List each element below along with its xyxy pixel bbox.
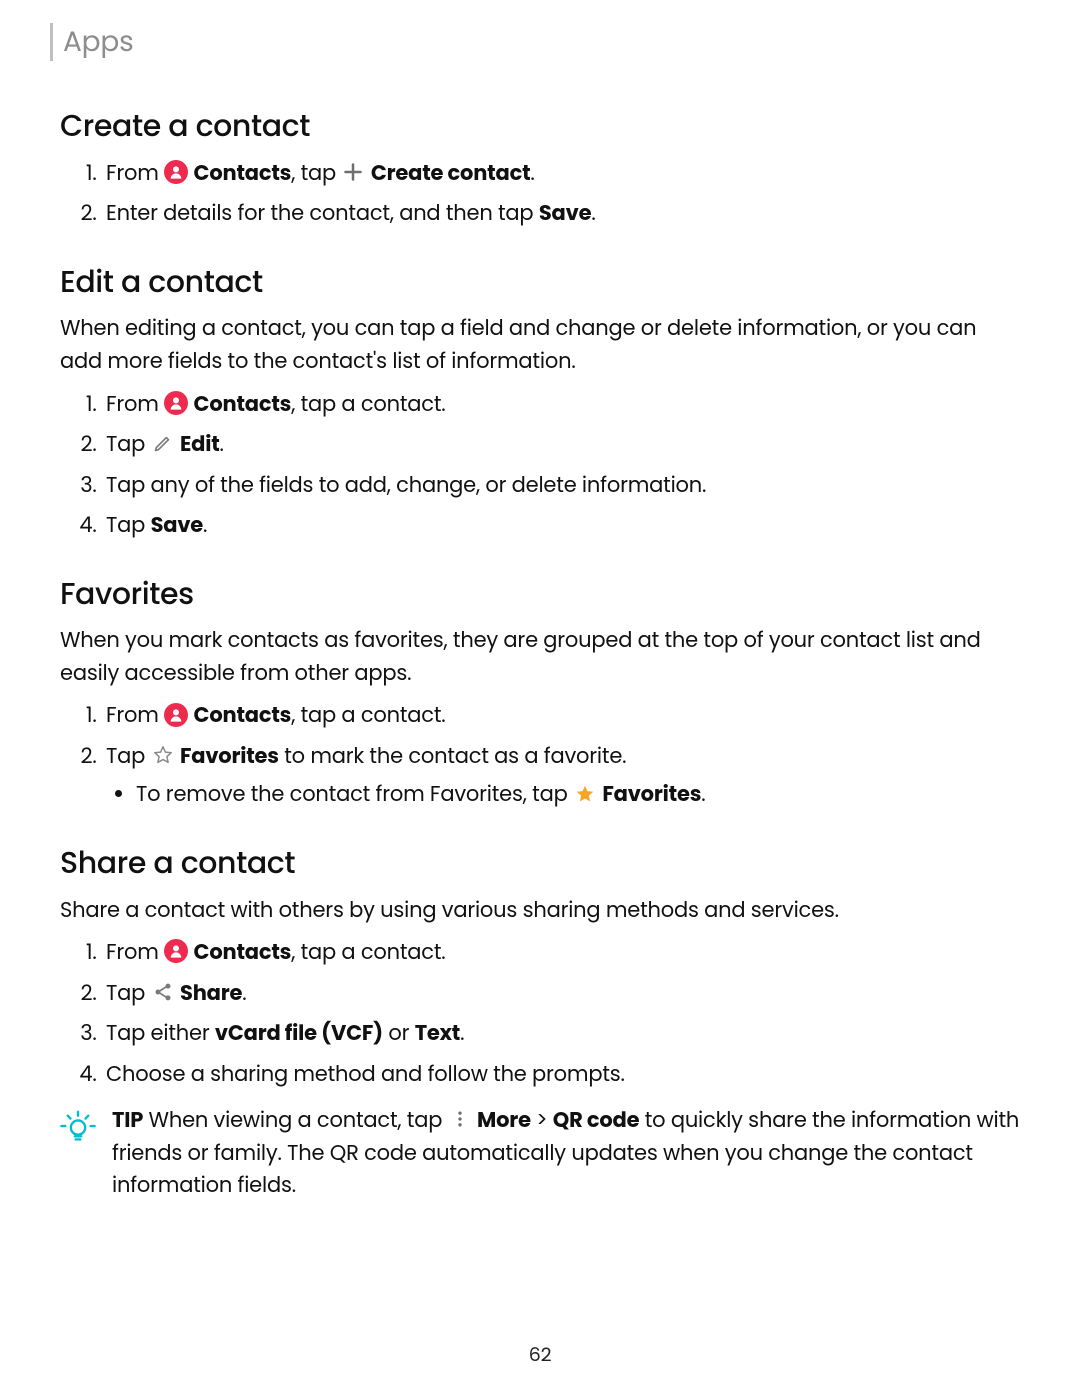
list-item: Tap Favorites to mark the contact as a f… bbox=[102, 741, 1020, 812]
contacts-icon bbox=[164, 939, 188, 963]
text: , tap a contact. bbox=[291, 938, 445, 967]
heading-create-contact: Create a contact bbox=[60, 103, 1020, 150]
text: or bbox=[383, 1019, 415, 1048]
text: . bbox=[460, 1019, 464, 1048]
create-steps: From Contacts, tap Create contact. Enter… bbox=[60, 158, 1020, 231]
text: Tap bbox=[106, 742, 151, 771]
text: Tap either bbox=[106, 1019, 215, 1048]
text: From bbox=[106, 701, 164, 730]
contacts-icon bbox=[164, 391, 188, 415]
share-icon bbox=[151, 980, 175, 1004]
vcard-label: vCard file (VCF) bbox=[215, 1019, 383, 1048]
text: When viewing a contact, tap bbox=[143, 1106, 447, 1135]
edit-label: Edit bbox=[180, 430, 220, 459]
text: . bbox=[530, 159, 534, 188]
save-label: Save bbox=[539, 199, 591, 228]
favorites-steps: From Contacts, tap a contact. Tap Favori… bbox=[60, 700, 1020, 812]
favorites-intro: When you mark contacts as favorites, the… bbox=[60, 625, 1020, 690]
text: , tap a contact. bbox=[291, 390, 445, 419]
text: . bbox=[591, 199, 595, 228]
star-filled-icon bbox=[573, 782, 597, 806]
section-label: Apps bbox=[63, 20, 134, 63]
page-number: 62 bbox=[0, 1340, 1080, 1369]
text: to mark the contact as a favorite. bbox=[279, 742, 627, 771]
favorites-sublist: To remove the contact from Favorites, ta… bbox=[106, 779, 1020, 812]
text: Tap bbox=[106, 979, 151, 1008]
text: . bbox=[701, 780, 705, 809]
text: To remove the contact from Favorites, ta… bbox=[136, 780, 573, 809]
share-intro: Share a contact with others by using var… bbox=[60, 895, 1020, 928]
tip-callout: TIP When viewing a contact, tap More > Q… bbox=[56, 1105, 1020, 1203]
divider bbox=[50, 23, 53, 61]
list-item: From Contacts, tap Create contact. bbox=[102, 158, 1020, 191]
contacts-icon bbox=[164, 160, 188, 184]
breadcrumb: Apps bbox=[50, 20, 1020, 63]
star-outline-icon bbox=[151, 743, 175, 767]
list-item: Tap either vCard file (VCF) or Text. bbox=[102, 1018, 1020, 1051]
contacts-label: Contacts bbox=[194, 390, 292, 419]
list-item: Tap Save. bbox=[102, 510, 1020, 543]
text-label: Text bbox=[415, 1019, 460, 1048]
qrcode-label: QR code bbox=[553, 1106, 640, 1135]
contacts-label: Contacts bbox=[194, 159, 292, 188]
text: , tap a contact. bbox=[291, 701, 445, 730]
heading-share-contact: Share a contact bbox=[60, 840, 1020, 887]
plus-icon bbox=[341, 160, 365, 184]
text: Tap bbox=[106, 430, 151, 459]
text: From bbox=[106, 159, 164, 188]
tip-icon bbox=[56, 1105, 100, 1203]
text: Tap bbox=[106, 511, 151, 540]
more-icon bbox=[448, 1107, 472, 1131]
list-item: Enter details for the contact, and then … bbox=[102, 198, 1020, 231]
contacts-label: Contacts bbox=[194, 938, 292, 967]
text: From bbox=[106, 938, 164, 967]
text: . bbox=[242, 979, 246, 1008]
heading-edit-contact: Edit a contact bbox=[60, 259, 1020, 306]
contacts-icon bbox=[164, 703, 188, 727]
favorites-label: Favorites bbox=[180, 742, 279, 771]
edit-intro: When editing a contact, you can tap a fi… bbox=[60, 313, 1020, 378]
list-item: From Contacts, tap a contact. bbox=[102, 700, 1020, 733]
share-steps: From Contacts, tap a contact. Tap Share.… bbox=[60, 937, 1020, 1091]
heading-favorites: Favorites bbox=[60, 571, 1020, 618]
more-label: More bbox=[477, 1106, 531, 1135]
create-contact-label: Create contact bbox=[371, 159, 531, 188]
edit-steps: From Contacts, tap a contact. Tap Edit. … bbox=[60, 389, 1020, 543]
list-item: To remove the contact from Favorites, ta… bbox=[136, 779, 1020, 812]
text: , tap bbox=[291, 159, 341, 188]
list-item: Tap Share. bbox=[102, 978, 1020, 1011]
text: From bbox=[106, 390, 164, 419]
contacts-label: Contacts bbox=[194, 701, 292, 730]
text: Choose a sharing method and follow the p… bbox=[106, 1060, 625, 1089]
list-item: Choose a sharing method and follow the p… bbox=[102, 1059, 1020, 1092]
edit-icon bbox=[151, 431, 175, 455]
tip-body: TIP When viewing a contact, tap More > Q… bbox=[112, 1105, 1020, 1203]
list-item: From Contacts, tap a contact. bbox=[102, 389, 1020, 422]
tip-label: TIP bbox=[112, 1106, 143, 1135]
share-label: Share bbox=[180, 979, 242, 1008]
save-label: Save bbox=[151, 511, 203, 540]
list-item: Tap any of the fields to add, change, or… bbox=[102, 470, 1020, 503]
list-item: Tap Edit. bbox=[102, 429, 1020, 462]
favorites-label: Favorites bbox=[602, 780, 701, 809]
text: Enter details for the contact, and then … bbox=[106, 199, 539, 228]
text: . bbox=[220, 430, 224, 459]
text: . bbox=[203, 511, 207, 540]
text: Tap any of the fields to add, change, or… bbox=[106, 471, 706, 500]
list-item: From Contacts, tap a contact. bbox=[102, 937, 1020, 970]
text: > bbox=[531, 1106, 553, 1135]
